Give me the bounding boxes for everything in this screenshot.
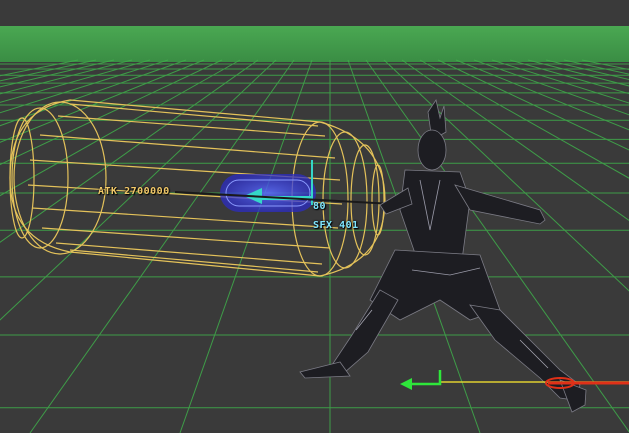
- sfx-value-label: 80: [313, 201, 327, 212]
- grid-line: [0, 59, 277, 321]
- sfx-id-label: SFX 401: [313, 220, 359, 231]
- grid-line: [0, 59, 151, 103]
- axis-gizmo-icon[interactable]: [400, 370, 629, 390]
- hitbox-capsule-wireframe[interactable]: [9, 99, 386, 277]
- grid-line: [0, 59, 259, 243]
- grid-line: [581, 59, 629, 70]
- grid-line: [437, 59, 629, 151]
- hitbox-preview-viewport[interactable]: ATK 2700000 80 SFX 401: [0, 0, 629, 433]
- scene-3d[interactable]: [0, 0, 629, 433]
- attack-damage-label: ATK 2700000: [98, 186, 170, 197]
- grid-line: [365, 59, 629, 433]
- grid-line: [0, 59, 97, 82]
- horizon-band: [0, 26, 629, 62]
- grid-line: [0, 59, 169, 114]
- knight-character-model[interactable]: [299, 98, 587, 413]
- sfx-capsule[interactable]: [220, 174, 316, 212]
- grid-line: [563, 59, 629, 75]
